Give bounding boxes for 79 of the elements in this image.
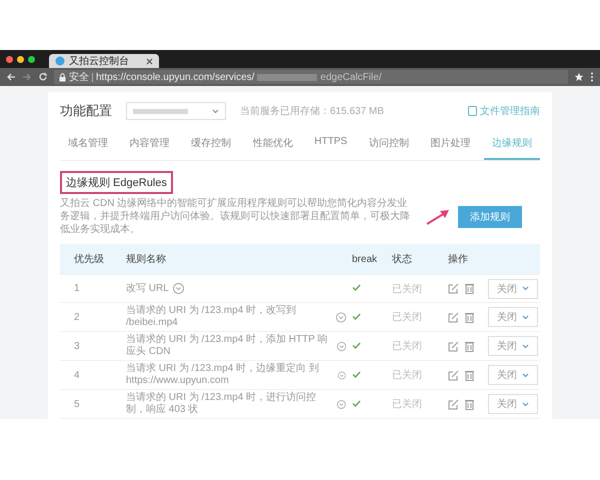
- forward-arrow-icon[interactable]: [22, 72, 32, 82]
- priority-cell-text: 3: [74, 340, 81, 352]
- nav-tab[interactable]: 访问控制: [360, 128, 417, 160]
- chevron-down-icon: [212, 108, 219, 114]
- chevron-circle-icon[interactable]: [338, 370, 346, 380]
- edit-icon[interactable]: [448, 312, 459, 322]
- close-icon[interactable]: [146, 58, 153, 64]
- trash-icon[interactable]: [465, 398, 474, 410]
- status-text: 已关闭: [392, 368, 423, 382]
- chevron-circle-icon[interactable]: [172, 283, 184, 294]
- priority-cell-text: 2: [74, 312, 81, 322]
- chevron-down-icon: [522, 372, 529, 378]
- blurred-service-name: [133, 108, 188, 114]
- add-rule-button[interactable]: 添加规则: [458, 206, 522, 228]
- edit-icon[interactable]: [448, 340, 459, 352]
- reload-icon[interactable]: [38, 72, 48, 82]
- trash-icon[interactable]: [465, 283, 474, 294]
- priority-cell-text: 4: [74, 370, 81, 380]
- status-text: 已关闭: [392, 310, 423, 324]
- toggle-dropdown[interactable]: 关闭: [488, 278, 538, 298]
- chevron-circle-icon[interactable]: [336, 340, 346, 352]
- nav-tab[interactable]: HTTPS: [306, 128, 356, 160]
- nav-tab[interactable]: 内容管理: [122, 128, 178, 160]
- column-header: 规则名称: [126, 253, 167, 266]
- menu-icon[interactable]: [590, 72, 594, 82]
- star-icon[interactable]: [574, 72, 584, 82]
- blurred-url-segment: [257, 74, 318, 80]
- browser-tab[interactable]: 又拍云控制台: [49, 54, 159, 68]
- storage-usage: 当前服务已用存储：615.637 MB: [240, 104, 384, 118]
- nav-tab[interactable]: 边缘规则: [484, 128, 540, 160]
- rule-name: 改写 URL: [126, 282, 169, 294]
- back-arrow-icon[interactable]: [6, 72, 16, 82]
- address-field[interactable]: 安全 https://console.upyun.com/services/ edgeCalcFile/: [54, 70, 568, 84]
- chevron-down-icon: [522, 314, 529, 320]
- trash-icon[interactable]: [465, 340, 474, 352]
- rule-name: 当请求的 URI 为 /123.mp4 时，进行访问控制，响应 403 状: [126, 392, 318, 416]
- service-dropdown[interactable]: [126, 102, 226, 120]
- priority-cell-text: 5: [74, 398, 81, 410]
- nav-tab[interactable]: 缓存控制: [183, 128, 240, 160]
- maximize-window-dot[interactable]: [28, 56, 35, 62]
- trash-icon[interactable]: [465, 370, 474, 380]
- status-text: 已关闭: [392, 282, 423, 296]
- divider: [92, 72, 93, 82]
- pointer-arrow-icon: [426, 208, 450, 224]
- chevron-circle-icon[interactable]: [336, 312, 346, 322]
- toggle-dropdown[interactable]: 关闭: [488, 394, 538, 414]
- lock-icon: [59, 72, 66, 82]
- rule-name: 当请求 URI 为 /123.mp4 时，边缘重定向 到 https://www.upyun.com: [126, 363, 320, 387]
- priority-cell-text: 1: [74, 283, 81, 294]
- chevron-down-icon: [522, 286, 529, 291]
- close-window-dot[interactable]: [6, 56, 13, 62]
- rule-name: 当请求的 URI 为 /123.mp4 时，改写到 /beibei.mp4: [126, 305, 298, 329]
- nav-tab[interactable]: 性能优化: [244, 128, 301, 160]
- guide-link[interactable]: 文件管理指南: [468, 104, 540, 118]
- section-description: 又拍云 CDN 边缘网络中的智能可扩展应用程序规则可以帮助您简化内容分发业务逻辑，并提升终端用户访问体验。该规则可以快速部署且配置简单，可极大降低业务实现成本。: [60, 197, 410, 236]
- page-title: 功能配置: [60, 102, 112, 120]
- chevron-down-icon: [522, 402, 529, 406]
- status-text: 已关闭: [392, 340, 423, 353]
- toggle-dropdown[interactable]: 关闭: [488, 365, 538, 385]
- minimize-window-dot[interactable]: [17, 56, 24, 62]
- chevron-circle-icon[interactable]: [337, 398, 346, 410]
- edit-icon[interactable]: [448, 283, 459, 294]
- chevron-down-icon: [522, 344, 529, 348]
- globe-icon: [55, 56, 65, 66]
- rule-name: 当请求的 URI 为 /123.mp4 时，添加 HTTP 响应头 CDN: [126, 334, 329, 358]
- edit-icon[interactable]: [448, 370, 459, 380]
- column-header: break: [352, 254, 378, 264]
- column-header: 操作: [448, 253, 469, 266]
- column-header: 状态: [392, 252, 413, 266]
- status-text: 已关闭: [392, 398, 423, 411]
- document-icon: [468, 106, 477, 116]
- section-heading: 边缘规则 EdgeRules: [60, 171, 173, 194]
- trash-icon[interactable]: [465, 312, 474, 322]
- edit-icon[interactable]: [448, 398, 459, 410]
- nav-tab[interactable]: 图片处理: [422, 128, 478, 160]
- nav-tab[interactable]: 域名管理: [60, 128, 116, 160]
- toggle-dropdown[interactable]: 关闭: [488, 336, 538, 356]
- toggle-dropdown[interactable]: 关闭: [488, 307, 538, 327]
- column-header: 优先级: [74, 252, 105, 266]
